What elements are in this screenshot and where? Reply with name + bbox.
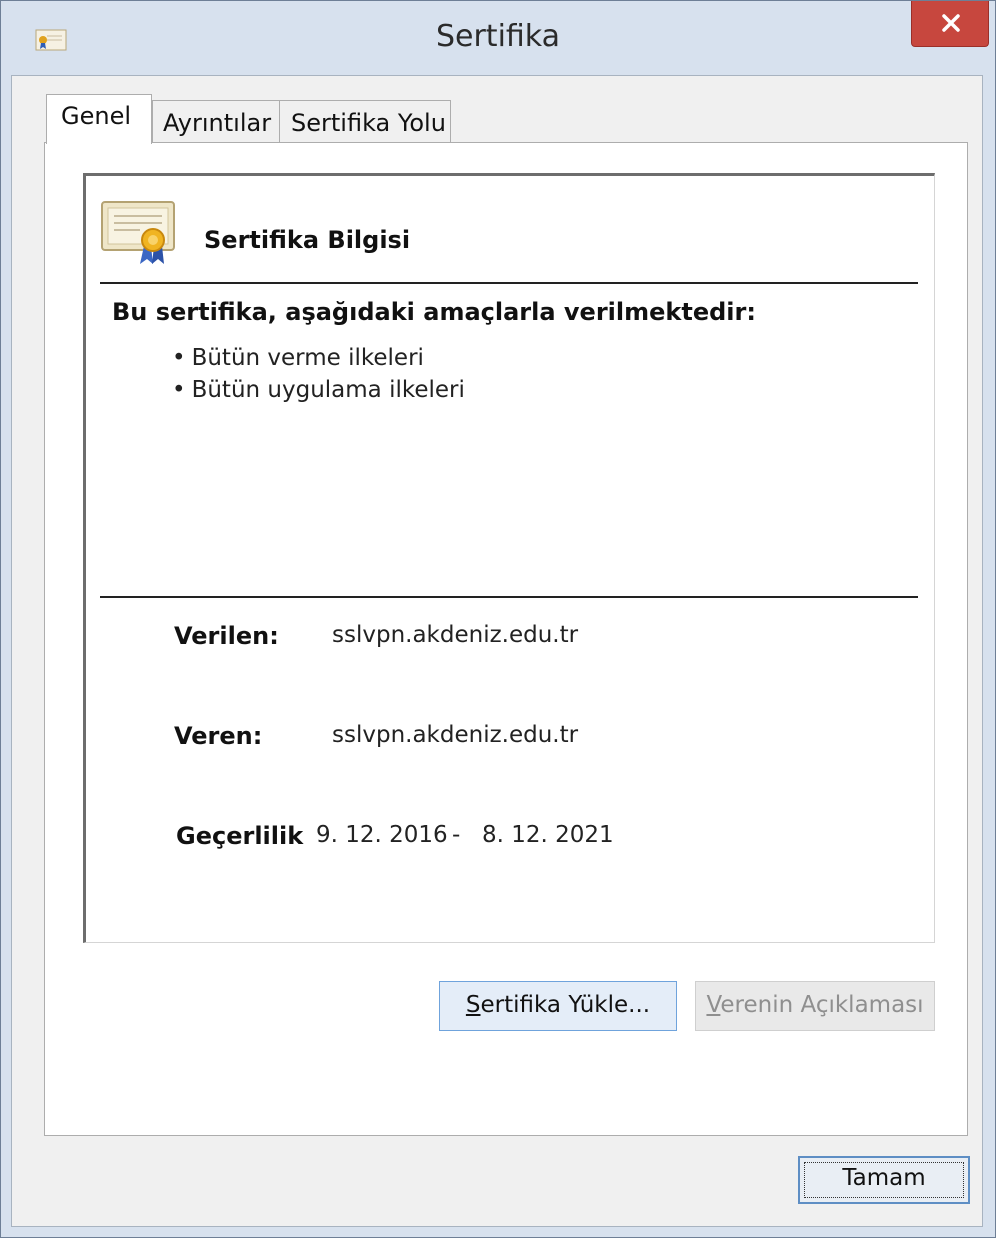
top-divider [100,282,918,284]
purpose-list: Bütün verme ilkeleri Bütün uygulama ilke… [172,342,465,406]
list-item: Bütün uygulama ilkeleri [172,374,465,406]
validity-from: 9. 12. 2016 [316,822,448,848]
list-item: Bütün verme ilkeleri [172,342,465,374]
validity-separator: - [452,822,461,848]
close-button[interactable] [911,1,989,47]
tab-certification-path[interactable]: Sertifika Yolu [279,100,451,144]
issued-by-label: Veren: [174,722,263,750]
issued-to-value: sslvpn.akdeniz.edu.tr [332,622,579,648]
certificate-info-box: Sertifika Bilgisi Bu sertifika, aşağıdak… [83,173,935,943]
tab-general-label: Genel [61,102,132,130]
issued-by-value: sslvpn.akdeniz.edu.tr [332,722,579,748]
issuer-statement-label: erenin Açıklaması [720,992,924,1018]
certificate-ribbon-icon [101,201,175,264]
close-icon [942,14,960,32]
general-tab-panel: Sertifika Bilgisi Bu sertifika, aşağıdak… [44,142,968,1136]
window-title: Sertifika [435,19,561,54]
validity-label: Geçerlilik [176,822,304,850]
tab-details[interactable]: Ayrıntılar [152,100,280,144]
title-bar[interactable]: Sertifika [1,1,995,75]
issuer-statement-button[interactable]: Verenin Açıklaması [695,981,935,1031]
install-certificate-accesskey: S [465,992,481,1018]
dialog-body: Genel Ayrıntılar Sertifika Yolu Sertifik… [11,75,983,1227]
issuer-statement-accesskey: V [706,992,721,1018]
install-certificate-label: ertifika Yükle... [480,992,651,1018]
tab-certification-path-label: Sertifika Yolu [291,109,446,137]
ok-button[interactable]: Tamam [798,1156,970,1204]
focus-rectangle [804,1162,964,1198]
certificate-dialog: Sertifika Genel Ayrıntılar Sertifika Yol… [0,0,996,1238]
tab-details-label: Ayrıntılar [163,109,272,137]
install-certificate-button[interactable]: Sertifika Yükle... [439,981,677,1031]
purpose-heading: Bu sertifika, aşağıdaki amaçlarla verilm… [112,298,756,326]
validity-to: 8. 12. 2021 [482,822,614,848]
bottom-divider [100,596,918,598]
issued-to-label: Verilen: [174,622,279,650]
info-title: Sertifika Bilgisi [204,226,411,254]
tab-general[interactable]: Genel [46,94,152,144]
